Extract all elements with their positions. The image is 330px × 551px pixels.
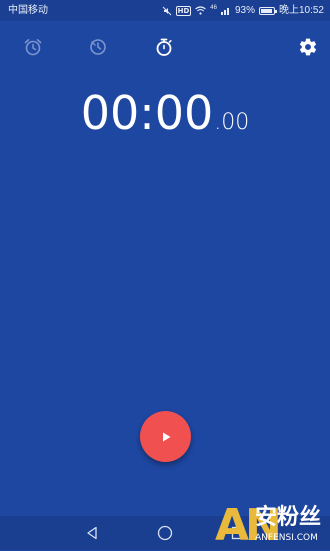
status-time: 晚上10:52 xyxy=(278,5,324,16)
watermark-domain: ANFENSI.COM xyxy=(255,533,318,543)
settings-button[interactable] xyxy=(296,35,320,59)
status-icons: HD 46 93% 晚上10:52 xyxy=(162,0,324,21)
tab-alarm[interactable] xyxy=(22,36,44,58)
start-button[interactable] xyxy=(140,411,191,462)
stopwatch-hundredths: .00 xyxy=(214,110,250,135)
alarm-clock-icon xyxy=(24,39,42,56)
watermark-logo: AN 安粉丝 ANFENSI.COM xyxy=(215,502,330,550)
nav-back-button[interactable] xyxy=(84,525,100,541)
status-bar: 中国移动 HD 46 93% 晚上10:52 xyxy=(0,0,330,21)
battery-fill xyxy=(260,8,272,13)
world-clock-icon xyxy=(90,39,106,55)
signal-icon xyxy=(220,8,229,15)
carrier-name: 中国移动 xyxy=(8,5,48,16)
network-type: 46 xyxy=(210,5,217,11)
back-triangle-icon xyxy=(87,526,97,540)
battery-icon xyxy=(258,6,277,15)
mute-icon xyxy=(162,6,171,15)
tab-world-clock[interactable] xyxy=(87,36,109,58)
nav-home-button[interactable] xyxy=(157,525,173,541)
battery-percent: 93% xyxy=(234,5,255,16)
top-toolbar xyxy=(0,30,330,62)
stopwatch-display: 00:00.00 xyxy=(0,86,330,140)
tab-stopwatch[interactable] xyxy=(153,36,175,58)
stopwatch-time: 00:00 xyxy=(80,86,214,140)
home-circle-icon xyxy=(157,525,173,541)
wifi-icon xyxy=(195,6,207,15)
hd-badge: HD xyxy=(175,5,192,16)
stopwatch-icon xyxy=(156,38,172,56)
gear-icon xyxy=(299,38,317,56)
watermark-chinese: 安粉丝 xyxy=(255,505,322,530)
play-icon xyxy=(162,432,170,441)
